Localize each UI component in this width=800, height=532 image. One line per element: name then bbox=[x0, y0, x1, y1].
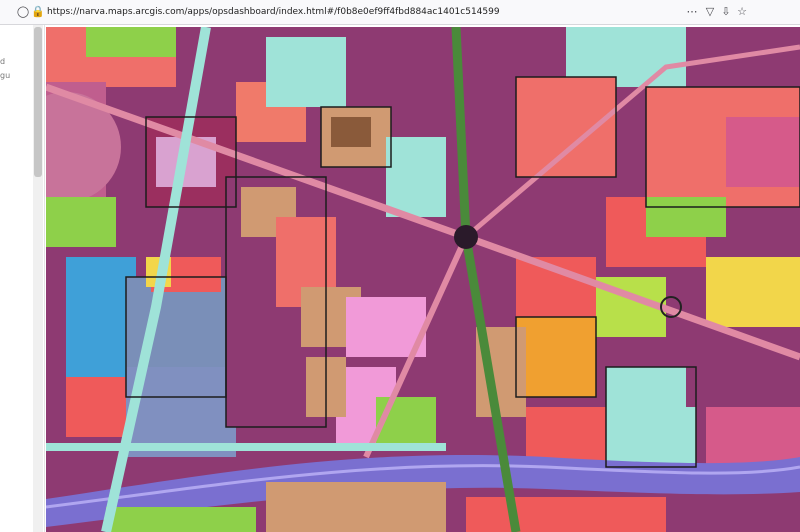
parcel-green bbox=[106, 507, 256, 532]
parcel-water bbox=[606, 367, 696, 467]
parcel-green bbox=[46, 197, 116, 247]
panel-scroll-thumb[interactable] bbox=[34, 27, 42, 177]
parcel-orange bbox=[516, 317, 596, 397]
url-text: https://narva.maps.arcgis.com/apps/opsda… bbox=[47, 7, 500, 17]
parcel-yellow bbox=[706, 257, 800, 327]
parcel-green bbox=[646, 197, 726, 237]
parcel-pink bbox=[726, 117, 800, 187]
parcel-residential bbox=[346, 27, 446, 107]
parcel-residential bbox=[686, 497, 800, 532]
parcel-green bbox=[86, 27, 176, 57]
address-bar[interactable]: https://narva.maps.arcgis.com/apps/opsda… bbox=[47, 4, 607, 20]
parcel-water bbox=[266, 37, 346, 107]
map-canvas[interactable] bbox=[46, 27, 800, 532]
browser-toolbar: ◯ 🔒 https://narva.maps.arcgis.com/apps/o… bbox=[0, 0, 800, 25]
download-icon[interactable]: ⇩ bbox=[719, 5, 733, 19]
parcel-water bbox=[386, 137, 446, 217]
parcel-public bbox=[66, 377, 126, 437]
panel-text-2: gu bbox=[0, 71, 11, 80]
lock-icon[interactable]: 🔒 bbox=[31, 5, 45, 19]
panel-scrollbar[interactable] bbox=[33, 25, 43, 532]
panel-text-1: d bbox=[0, 57, 6, 66]
parcel-public bbox=[466, 497, 666, 532]
junction bbox=[454, 225, 478, 249]
parcel-tan bbox=[266, 482, 446, 532]
parcel-pink bbox=[706, 407, 800, 467]
more-icon[interactable]: ⋯ bbox=[685, 5, 699, 19]
bookmark-star-icon[interactable]: ☆ bbox=[735, 5, 749, 19]
land-use-map[interactable] bbox=[46, 27, 800, 532]
shield-icon[interactable]: ◯ bbox=[16, 5, 30, 19]
parcel-brown bbox=[331, 117, 371, 147]
parcel-commercial bbox=[516, 77, 616, 177]
left-panel: d gu bbox=[0, 25, 45, 532]
pocket-icon[interactable]: ▽ bbox=[703, 5, 717, 19]
